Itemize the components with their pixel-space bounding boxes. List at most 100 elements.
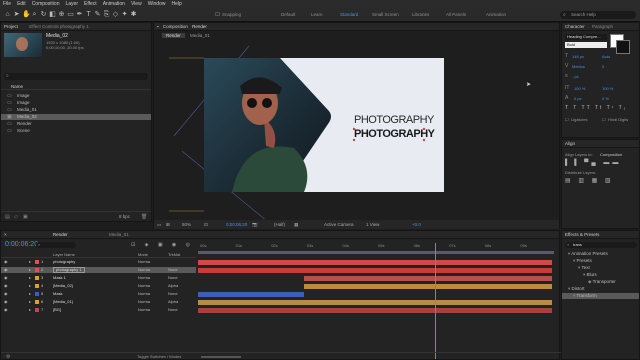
tab-composition-name[interactable]: Render — [192, 24, 207, 29]
effects-tree-item[interactable]: ▾ Presets — [562, 258, 639, 264]
font-family-select[interactable]: Heading Compre... — [565, 34, 607, 40]
menu-animation[interactable]: Animation — [103, 1, 125, 7]
time-ruler[interactable]: 00s 01s 02s 03s 04s 05s 06s 07s 08s 09s — [198, 243, 554, 251]
hindi-digits-checkbox[interactable]: ☐ — [602, 117, 606, 122]
layer-name[interactable]: Mask 1 — [53, 275, 66, 281]
clone-tool-icon[interactable]: ⎘ — [103, 11, 110, 19]
layer-duration-bar[interactable] — [198, 291, 305, 297]
baseline-value[interactable]: 0 px — [574, 96, 582, 101]
pen-tool-icon[interactable]: ✒ — [76, 11, 83, 19]
timeline-switches[interactable]: ⊡ ◈ ▣ ◉ ◎ — [131, 242, 194, 248]
menu-layer[interactable]: Layer — [65, 1, 78, 7]
lock-icon[interactable]: ▪ — [157, 24, 159, 29]
interpret-footage-icon[interactable]: ▤ — [5, 214, 10, 220]
tab-timeline-render[interactable]: Render — [53, 232, 68, 237]
breadcrumb-media-01[interactable]: Media_01 — [186, 33, 214, 38]
distribute-buttons[interactable]: ▤ ▥ ▦ ▧ — [565, 177, 614, 184]
workspace-default[interactable]: Default — [281, 12, 295, 17]
visibility-eye-icon[interactable]: ◉ — [4, 307, 8, 313]
layer-mode[interactable]: Norma — [138, 299, 150, 305]
menu-window[interactable]: Window — [148, 1, 166, 7]
layer-name[interactable]: [BG] — [53, 307, 61, 313]
search-help-box[interactable]: ⌕ Search Help — [560, 11, 636, 19]
layer-trkmat[interactable]: None — [168, 291, 178, 297]
layer-expand-icon[interactable]: ▸ — [29, 291, 31, 297]
layer-expand-icon[interactable]: ▸ — [29, 259, 31, 265]
menu-edit[interactable]: Edit — [17, 1, 26, 7]
effects-presets-header[interactable]: Effects & Presets — [562, 231, 639, 239]
stroke-width-value[interactable]: - px — [572, 74, 579, 79]
tab-effect-controls[interactable]: Effect Controls photography 1 — [29, 24, 88, 29]
layer-expand-icon[interactable]: ▸ — [29, 283, 31, 289]
menu-composition[interactable]: Composition — [32, 1, 60, 7]
layer-name[interactable]: Mask — [53, 291, 63, 297]
visibility-eye-icon[interactable]: ◉ — [4, 259, 8, 265]
text-style-buttons[interactable]: T T TT Tt T¹ T₁ — [565, 105, 627, 111]
layer-mode[interactable]: Norma — [138, 275, 150, 281]
layer-mode[interactable]: Norma — [138, 283, 150, 289]
new-composition-icon[interactable]: ▣ — [23, 214, 28, 220]
effects-search-input[interactable]: ⌕ trans — [565, 242, 637, 248]
menu-view[interactable]: View — [131, 1, 142, 7]
tab-character[interactable]: Character — [565, 24, 585, 29]
workspace-all-panels[interactable]: All Panels — [446, 12, 466, 17]
puppet-tool-icon[interactable]: ✱ — [130, 11, 137, 19]
layer-duration-bar[interactable] — [198, 307, 552, 313]
close-icon[interactable]: × — [4, 232, 7, 237]
column-mode[interactable]: Mode — [138, 252, 148, 258]
fit-icon[interactable]: ⊡ — [204, 220, 208, 229]
layer-duration-bar[interactable] — [304, 275, 552, 281]
menu-effect[interactable]: Effect — [84, 1, 97, 7]
tsume-value[interactable]: 0 % — [602, 96, 609, 101]
tab-timeline-media-01[interactable]: Media_01 — [109, 232, 129, 237]
viewer-timecode[interactable]: 0;00;06;20 — [226, 220, 247, 229]
layer-name[interactable]: photography — [53, 259, 75, 265]
work-area-bar[interactable] — [198, 251, 554, 254]
horizontal-scale-value[interactable]: 100 % — [602, 86, 613, 91]
vertical-scale-value[interactable]: 100 % — [574, 86, 585, 91]
effects-tree-item[interactable]: ▾ Blurs — [562, 272, 639, 278]
visibility-eye-icon[interactable]: ◉ — [4, 283, 8, 289]
zoom-slider[interactable] — [201, 356, 241, 358]
brush-tool-icon[interactable]: ✎ — [94, 11, 101, 19]
leading-value[interactable]: Auto — [602, 54, 610, 59]
layer-duration-bar[interactable] — [198, 299, 552, 305]
grid-icon[interactable]: ⊞ — [166, 220, 170, 229]
home-icon[interactable]: ⌂ — [4, 11, 11, 19]
workspace-standard[interactable]: Standard — [340, 12, 358, 17]
layer-expand-icon[interactable]: ▸ — [29, 299, 31, 305]
layer-trkmat[interactable]: Alpha — [168, 283, 178, 289]
snapshot-icon[interactable]: 📷 — [252, 220, 258, 229]
tab-project[interactable]: Project — [4, 24, 18, 29]
type-tool-icon[interactable]: T — [85, 11, 92, 19]
camera-select[interactable]: Active Camera — [324, 220, 354, 229]
workspace-small-screen[interactable]: Small Screen — [372, 12, 399, 17]
rotate-tool-icon[interactable]: ↻ — [40, 11, 47, 19]
layer-row[interactable]: ◉ ▸ 6 [Media_01] Norma Alpha — [1, 299, 196, 305]
resolution-select[interactable]: (Half) — [274, 220, 285, 229]
layer-trkmat[interactable]: None — [168, 275, 178, 281]
layer-row[interactable]: ◉ ▸ 4 [Media_02] Norma Alpha — [1, 283, 196, 289]
effects-tree-item[interactable]: ◆ Transporter — [562, 279, 639, 285]
breadcrumb-render[interactable]: Render — [162, 33, 185, 38]
layer-duration-bar[interactable] — [198, 259, 552, 265]
composition-viewer[interactable]: PHOTOGRAPHY PHOTOGRAPHY ➤ — [154, 41, 559, 219]
layer-expand-icon[interactable]: ▸ — [29, 267, 31, 273]
layer-color-label[interactable] — [35, 292, 39, 296]
project-item[interactable]: ▭ Render — [1, 121, 151, 127]
zoom-select[interactable]: 50% — [182, 220, 191, 229]
workspace-animation[interactable]: Animation — [486, 12, 506, 17]
layer-mode[interactable]: Norma — [138, 307, 150, 313]
pan-behind-tool-icon[interactable]: ⊕ — [58, 11, 65, 19]
align-to-select[interactable]: Composition — [600, 152, 622, 157]
bpc-label[interactable]: 8 bpc — [119, 214, 130, 219]
effects-tree-item[interactable]: ▾ Animation Presets — [562, 251, 639, 257]
project-column-name[interactable]: Name — [1, 83, 151, 90]
region-icon[interactable]: ▦ — [294, 220, 298, 229]
effects-tree-item[interactable]: ▾ Transform — [562, 293, 639, 299]
layer-name[interactable]: [Media_02] — [53, 283, 73, 289]
layer-mode[interactable]: Norma — [138, 259, 150, 265]
effects-tree-item[interactable]: ▾ Text — [562, 265, 639, 271]
layer-mode[interactable]: Norma — [138, 291, 150, 297]
snapping-checkbox[interactable]: ☐ — [214, 11, 221, 19]
